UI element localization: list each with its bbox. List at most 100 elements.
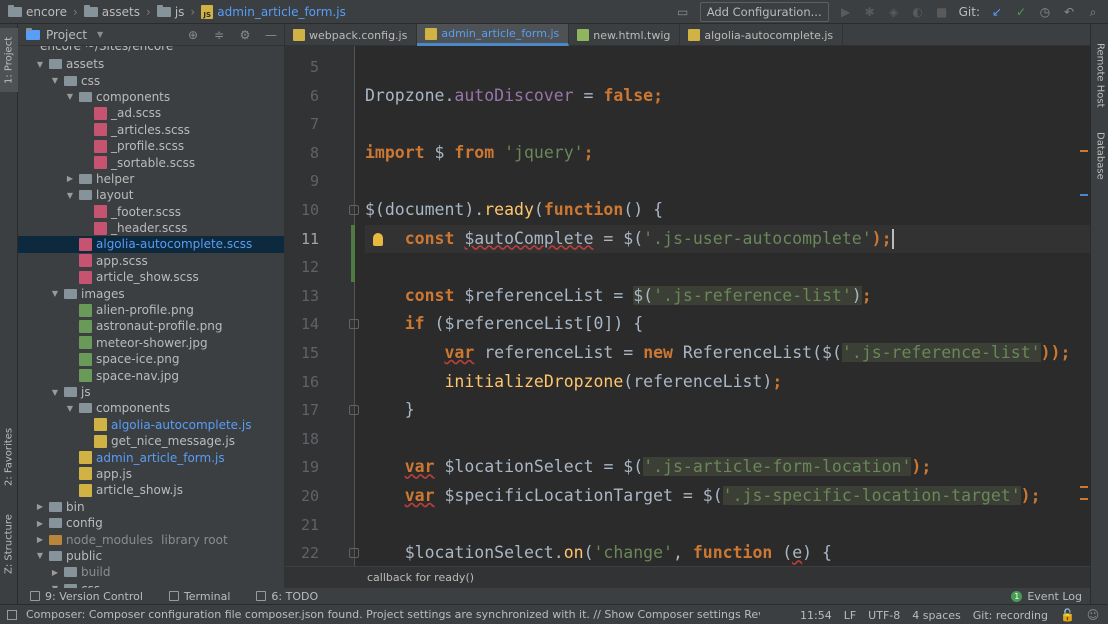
lightbulb-icon[interactable] bbox=[373, 232, 383, 246]
editor-tab[interactable]: new.html.twig bbox=[569, 24, 681, 46]
add-configuration-button[interactable]: Add Configuration... bbox=[699, 2, 829, 22]
debug-icon[interactable]: ✱ bbox=[863, 5, 877, 19]
change-marker[interactable] bbox=[351, 224, 355, 282]
breadcrumb-item-file[interactable]: admin_article_form.js bbox=[217, 5, 346, 19]
code-line[interactable] bbox=[365, 53, 1090, 81]
tree-item[interactable]: _sortable.scss bbox=[18, 154, 284, 170]
chevron-down-icon[interactable]: ▼ bbox=[50, 388, 60, 397]
editor-gutter[interactable]: 5 6 7 8 9 10 11 12 13 14 15 16 17 18 19 20 21 22 bbox=[285, 46, 359, 566]
tree-item[interactable]: admin_article_form.js bbox=[18, 449, 284, 465]
status-message[interactable]: Composer: Composer configuration file co… bbox=[0, 608, 760, 621]
tree-item[interactable]: app.js bbox=[18, 466, 284, 482]
chevron-down-icon[interactable]: ▼ bbox=[35, 60, 45, 69]
breadcrumb-function[interactable]: callback for ready() bbox=[367, 571, 474, 584]
git-commit-icon[interactable]: ✓ bbox=[1014, 5, 1028, 19]
database-tool-tab[interactable]: Database bbox=[1091, 124, 1108, 188]
breadcrumb-item-encore[interactable]: encore bbox=[26, 5, 67, 19]
lock-icon[interactable]: 🔓 bbox=[1060, 608, 1075, 622]
code-line[interactable]: var $locationSelect = $('.js-article-for… bbox=[365, 453, 1090, 481]
chevron-right-icon[interactable]: ▶ bbox=[65, 174, 75, 183]
code-line[interactable]: } bbox=[365, 396, 1090, 424]
error-stripe-mark[interactable] bbox=[1080, 194, 1088, 196]
project-tool-tab[interactable]: 1: Project bbox=[0, 28, 18, 92]
chevron-down-icon[interactable]: ▼ bbox=[93, 28, 107, 42]
editor-tab[interactable]: webpack.config.js bbox=[285, 24, 418, 46]
git-update-icon[interactable]: ↙ bbox=[990, 5, 1004, 19]
code-line[interactable]: $locationSelect.on('change', function (e… bbox=[365, 539, 1090, 566]
tree-item[interactable]: meteor-shower.jpg bbox=[18, 335, 284, 351]
code-line[interactable] bbox=[365, 167, 1090, 195]
code-area[interactable]: Dropzone.autoDiscover = false; import $ f… bbox=[365, 46, 1090, 566]
tree-item[interactable]: article_show.scss bbox=[18, 269, 284, 285]
code-line[interactable] bbox=[365, 511, 1090, 539]
tree-item[interactable]: ▶ config bbox=[18, 515, 284, 531]
line-separator[interactable]: LF bbox=[844, 609, 856, 622]
fold-icon[interactable] bbox=[349, 205, 359, 215]
tree-item[interactable]: article_show.js bbox=[18, 482, 284, 498]
tree-item[interactable]: _ad.scss bbox=[18, 105, 284, 121]
code-line[interactable]: import $ from 'jquery'; bbox=[365, 139, 1090, 167]
code-line[interactable] bbox=[365, 253, 1090, 281]
chevron-down-icon[interactable]: ▼ bbox=[65, 92, 75, 101]
tool-window-toggle-icon[interactable] bbox=[7, 610, 17, 620]
code-line[interactable]: if ($referenceList[0]) { bbox=[365, 310, 1090, 338]
tree-item[interactable]: algolia-autocomplete.js bbox=[18, 417, 284, 433]
tree-item[interactable]: astronaut-profile.png bbox=[18, 318, 284, 334]
caret-position[interactable]: 11:54 bbox=[800, 609, 832, 622]
stop-icon[interactable]: ■ bbox=[935, 5, 949, 19]
tree-item[interactable]: ▶ build bbox=[18, 564, 284, 580]
chevron-down-icon[interactable]: ▼ bbox=[50, 76, 60, 85]
indent-setting[interactable]: 4 spaces bbox=[912, 609, 961, 622]
error-stripe-mark[interactable] bbox=[1080, 498, 1088, 500]
chevron-down-icon[interactable]: ▼ bbox=[65, 404, 75, 413]
tree-item[interactable]: ▶ node_modules library root bbox=[18, 531, 284, 547]
tree-item[interactable]: app.scss bbox=[18, 253, 284, 269]
editor-tab[interactable]: algolia-autocomplete.js bbox=[680, 24, 844, 46]
run-icon[interactable]: ▶ bbox=[839, 5, 853, 19]
hide-icon[interactable]: — bbox=[264, 28, 278, 42]
tree-item[interactable]: ▼ layout bbox=[18, 187, 284, 203]
tree-item[interactable]: space-ice.png bbox=[18, 351, 284, 367]
tree-item[interactable]: ▶ helper bbox=[18, 171, 284, 187]
profile-icon[interactable]: ◐ bbox=[911, 5, 925, 19]
editor-breadcrumb[interactable]: callback for ready() bbox=[285, 566, 1090, 588]
tree-item[interactable]: _footer.scss bbox=[18, 204, 284, 220]
tree-item[interactable]: ▼ public bbox=[18, 548, 284, 564]
code-line[interactable] bbox=[365, 425, 1090, 453]
todo-tool-button[interactable]: 6: TODO bbox=[256, 590, 318, 603]
tree-item[interactable]: _articles.scss bbox=[18, 122, 284, 138]
structure-icon[interactable]: ▭ bbox=[676, 5, 690, 19]
remote-host-tool-tab[interactable]: Remote Host bbox=[1091, 34, 1108, 116]
chevron-down-icon[interactable]: ▼ bbox=[65, 191, 75, 200]
tree-item[interactable]: ▼ components bbox=[18, 400, 284, 416]
code-line[interactable]: var $specificLocationTarget = $('.js-spe… bbox=[365, 482, 1090, 510]
chevron-right-icon[interactable]: ▶ bbox=[35, 519, 45, 528]
tree-item-root[interactable]: encore ~/Sites/encore bbox=[18, 46, 284, 56]
chevron-down-icon[interactable]: ▼ bbox=[35, 551, 45, 560]
code-line[interactable]: const $autoComplete = $('.js-user-autoco… bbox=[365, 224, 1090, 253]
history-icon[interactable]: ◷ bbox=[1038, 5, 1052, 19]
tree-item[interactable]: ▼css bbox=[18, 581, 284, 588]
collapse-all-icon[interactable]: ≑ bbox=[212, 28, 226, 42]
chevron-right-icon[interactable]: ▶ bbox=[35, 502, 45, 511]
tree-item[interactable]: ▼ js bbox=[18, 384, 284, 400]
tree-item[interactable]: alien-profile.png bbox=[18, 302, 284, 318]
tree-item[interactable]: ▼ images bbox=[18, 285, 284, 301]
tree-item[interactable]: ▼ assets bbox=[18, 56, 284, 72]
breadcrumb-item-js[interactable]: js bbox=[175, 5, 185, 19]
tree-item[interactable]: ▼css bbox=[18, 72, 284, 88]
error-stripe-mark[interactable] bbox=[1080, 150, 1088, 152]
fold-icon[interactable] bbox=[349, 319, 359, 330]
tree-item[interactable]: ▼ components bbox=[18, 89, 284, 105]
version-control-tool-button[interactable]: 9: Version Control bbox=[30, 590, 143, 603]
revert-icon[interactable]: ↶ bbox=[1062, 5, 1076, 19]
code-line[interactable]: $(document).ready(function() { bbox=[365, 196, 1090, 224]
chevron-down-icon[interactable]: ▼ bbox=[50, 289, 60, 298]
tree-item[interactable]: space-nav.jpg bbox=[18, 367, 284, 383]
git-branch[interactable]: Git: recording bbox=[973, 609, 1048, 622]
search-icon[interactable]: ⌕ bbox=[1086, 5, 1100, 19]
fold-icon[interactable] bbox=[349, 548, 359, 559]
coverage-icon[interactable]: ◈ bbox=[887, 5, 901, 19]
error-stripe-mark[interactable] bbox=[1080, 486, 1088, 488]
code-editor[interactable]: 5 6 7 8 9 10 11 12 13 14 15 16 17 18 19 20 21 22 Dropzone… bbox=[285, 46, 1090, 566]
